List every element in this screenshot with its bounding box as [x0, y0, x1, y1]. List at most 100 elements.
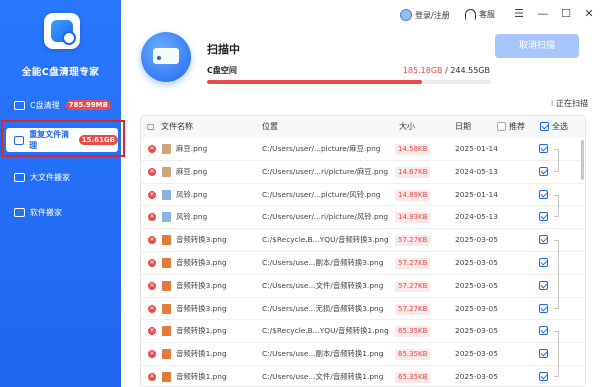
- image-file-icon: [162, 349, 171, 360]
- close-icon[interactable]: ✕: [582, 7, 596, 21]
- file-date: 2024-05-13: [455, 166, 498, 176]
- file-location: C:/Users/use...副本/音频转换1.png: [262, 349, 384, 359]
- file-name: 音频转换1.png: [176, 326, 227, 336]
- active-item-highlight: [1, 120, 125, 157]
- disk-icon: [141, 32, 191, 82]
- file-location: C:/Users/use...文件/音频转换3.png: [262, 280, 384, 290]
- file-location: C:/Users/use...文件/音频转换1.png: [262, 372, 384, 381]
- file-name: 音频转换1.png: [176, 349, 227, 359]
- duplicate-group-bracket: [554, 194, 559, 218]
- row-checkbox[interactable]: [539, 235, 548, 245]
- folder-icon: [14, 100, 25, 110]
- table-row[interactable]: ✕ 音频转换1.png C:/$Recycle.B...YQU/音频转换1.png 6…: [141, 320, 585, 344]
- apps-icon: [14, 207, 25, 217]
- table-row[interactable]: ✕ 音频转换3.png C:/Users/use...文件/音频转换3.png 57.…: [141, 275, 585, 298]
- recommend-checkbox[interactable]: [497, 122, 506, 131]
- file-size: 65.35KB: [395, 372, 431, 383]
- disk-used: 185.18GB: [402, 66, 443, 75]
- file-location: C:/Users/use...无损/音频转换3.png: [262, 303, 384, 313]
- file-date: 2025-01-14: [455, 189, 498, 199]
- remove-icon[interactable]: ✕: [148, 145, 156, 153]
- select-all-label: 全选: [552, 122, 568, 131]
- row-checkbox[interactable]: [539, 212, 548, 222]
- image-file-icon: [162, 189, 171, 200]
- row-checkbox[interactable]: [539, 166, 548, 176]
- service-label: 客服: [479, 10, 495, 19]
- app-title: 全能C盘清理专家: [21, 67, 100, 78]
- remove-icon[interactable]: ✕: [148, 213, 156, 222]
- scrollbar[interactable]: [581, 140, 584, 180]
- row-checkbox[interactable]: [539, 372, 548, 381]
- row-checkbox[interactable]: [539, 349, 548, 359]
- table-row[interactable]: ✕ 麻豆.png C:/Users/user/...picture/麻豆.png 14…: [141, 138, 585, 161]
- row-checkbox[interactable]: [539, 326, 548, 336]
- row-checkbox[interactable]: [539, 144, 548, 153]
- remove-icon[interactable]: ✕: [148, 327, 156, 336]
- menu-icon[interactable]: ☰: [512, 7, 526, 21]
- table-row[interactable]: ✕ 风铃.png C:/Users/user/...ri/picture/风铃.pn…: [141, 206, 585, 230]
- login-button[interactable]: 登录/注册: [400, 9, 450, 21]
- remove-icon[interactable]: ✕: [148, 190, 156, 199]
- image-file-icon: [162, 212, 171, 223]
- file-size: 14.89KB: [395, 189, 431, 201]
- avatar: [400, 9, 412, 21]
- image-file-icon: [162, 280, 171, 291]
- sidebar-item-software-move[interactable]: 软件搬家: [6, 200, 118, 224]
- minimize-icon[interactable]: —: [536, 7, 550, 21]
- service-button[interactable]: 客服: [465, 9, 495, 20]
- file-size: 65.35KB: [395, 349, 431, 361]
- row-checkbox[interactable]: [539, 280, 548, 290]
- row-checkbox[interactable]: [539, 189, 548, 199]
- maximize-icon[interactable]: ☐: [559, 7, 573, 21]
- header-date: 日期: [455, 122, 471, 131]
- scan-status-label: 正在扫描: [556, 99, 588, 108]
- table-row[interactable]: ✕ 音频转换1.png C:/Users/use...文件/音频转换1.png 65.…: [141, 366, 585, 386]
- duplicate-group-bracket: [554, 240, 559, 309]
- file-date: 2025-03-05: [455, 235, 498, 245]
- table-row[interactable]: ✕ 音频转换1.png C:/Users/use...副本/音频转换1.png 65.…: [141, 343, 585, 366]
- remove-icon[interactable]: ✕: [148, 236, 156, 245]
- row-checkbox[interactable]: [539, 303, 548, 313]
- table-row[interactable]: ✕ 音频转换3.png C:/$Recycle.B...YQU/音频转换3.png 5…: [141, 229, 585, 252]
- sidebar-item-c-clean[interactable]: C盘清理 785.99MB: [6, 93, 118, 117]
- disk-progress-bar: [207, 80, 491, 84]
- file-date: 2025-03-05: [455, 280, 498, 290]
- folder-move-icon: [14, 172, 25, 182]
- remove-icon[interactable]: ✕: [148, 167, 156, 176]
- table-row[interactable]: ✕ 麻豆.png C:/Users/user/...ri/picture/麻豆.pn…: [141, 161, 585, 184]
- file-date: 2025-03-05: [455, 303, 498, 313]
- file-location: C:/Users/use...副本/音频转换3.png: [262, 258, 384, 267]
- select-all-checkbox[interactable]: [540, 122, 549, 131]
- table-row[interactable]: ✕ 音频转换3.png C:/Users/use...无损/音频转换3.png 57.…: [141, 298, 585, 321]
- sidebar-item-large-file-move[interactable]: 大文件搬家: [6, 165, 118, 189]
- image-file-icon: [162, 166, 171, 177]
- recommend-label: 推荐: [509, 122, 525, 131]
- header-name: 文件名称: [161, 122, 193, 131]
- file-name: 音频转换3.png: [176, 280, 227, 290]
- file-location: C:/Users/user/...picture/风铃.png: [262, 189, 381, 199]
- disk-space-values: 185.18GB / 244.55GB: [390, 66, 490, 75]
- size-badge: 785.99MB: [65, 100, 111, 110]
- remove-icon[interactable]: ✕: [148, 259, 156, 267]
- remove-icon[interactable]: ✕: [148, 350, 156, 359]
- table-row[interactable]: ✕ 风铃.png C:/Users/user/...picture/风铃.png 14…: [141, 184, 585, 207]
- remove-icon[interactable]: ✕: [148, 373, 156, 381]
- remove-icon[interactable]: ✕: [148, 281, 156, 290]
- table-header: ▢ 文件名称 位置 大小 日期 推荐 全选: [141, 116, 585, 138]
- file-size: 14.67KB: [395, 166, 431, 178]
- select-all-toggle[interactable]: 全选: [540, 116, 568, 138]
- file-size: 57.27KB: [395, 258, 431, 269]
- file-size: 57.27KB: [395, 303, 431, 315]
- table-row[interactable]: ✕ 音频转换3.png C:/Users/use...副本/音频转换3.png 57.…: [141, 252, 585, 275]
- sidebar-item-label: 软件搬家: [30, 207, 62, 217]
- file-location: C:/Users/user/...ri/picture/风铃.png: [262, 212, 389, 222]
- remove-icon[interactable]: ✕: [148, 304, 156, 313]
- file-date: 2025-01-14: [455, 144, 498, 153]
- cancel-scan-button[interactable]: 取消扫描: [495, 34, 579, 58]
- recommend-toggle[interactable]: 推荐: [497, 116, 525, 138]
- login-label: 登录/注册: [415, 10, 450, 20]
- file-name: 音频转换3.png: [176, 235, 227, 245]
- scan-title: 扫描中: [207, 43, 240, 56]
- row-checkbox[interactable]: [539, 258, 548, 267]
- sidebar: 全能C盘清理专家 C盘清理 785.99MB 重复文件清理 15.61GB 大文…: [0, 0, 121, 387]
